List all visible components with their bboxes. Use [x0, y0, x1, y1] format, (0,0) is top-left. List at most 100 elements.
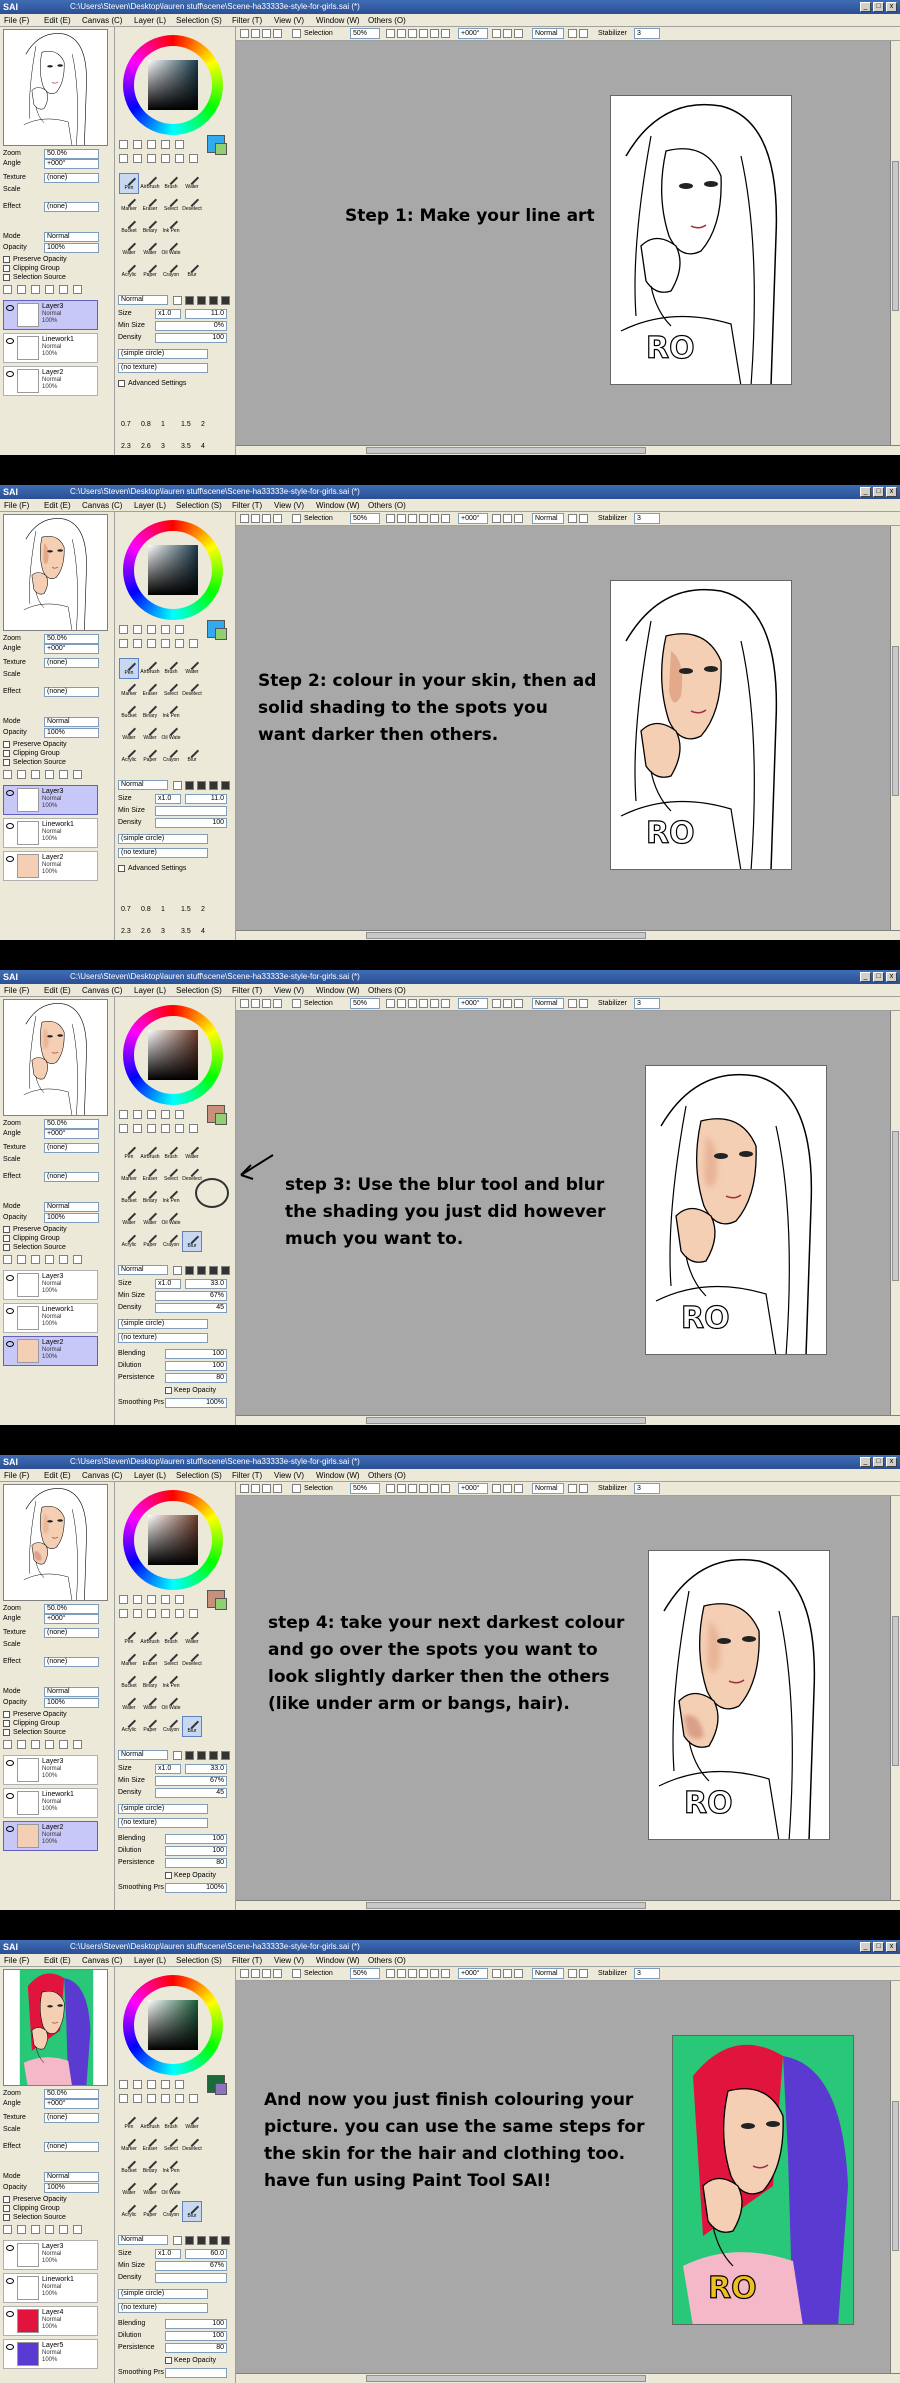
brush-size-preset[interactable]: 2.3 [121, 442, 131, 451]
zoom-button-4[interactable] [430, 514, 439, 523]
min-size-value[interactable]: 67% [155, 2261, 227, 2271]
tool-eraser[interactable]: Eraser [140, 677, 160, 701]
selection-source-checkbox[interactable] [3, 758, 10, 766]
clipping-group-checkbox[interactable] [3, 749, 10, 757]
preserve-opacity-checkbox[interactable] [3, 255, 10, 263]
artwork-canvas[interactable]: RO [645, 1065, 827, 1355]
brush-mode-select[interactable]: Normal [118, 1265, 168, 1275]
menu-item-8[interactable]: Others (O) [368, 500, 406, 511]
tool-water[interactable]: Water [119, 2176, 139, 2200]
zoom-button-2[interactable] [408, 1484, 417, 1493]
layer-action-2[interactable] [31, 1740, 40, 1749]
brush-shape-2[interactable] [197, 1266, 206, 1275]
tool-brush[interactable]: Brush [161, 655, 181, 679]
color-tool-3[interactable] [161, 625, 170, 634]
select-tool-4[interactable] [175, 1124, 184, 1133]
tool-crayon[interactable]: Crayon [161, 743, 181, 767]
rotate-button-1[interactable] [503, 1484, 512, 1493]
brush-shape-1[interactable] [185, 2236, 194, 2245]
menu-item-7[interactable]: Window (W) [316, 500, 360, 511]
layer-item[interactable]: Linework1 Normal 100% [3, 1303, 98, 1333]
menu-item-6[interactable]: View (V) [274, 1470, 304, 1481]
clipping-group-checkbox[interactable] [3, 264, 10, 272]
toolbar-button-1[interactable] [251, 999, 260, 1008]
menu-item-0[interactable]: File (F) [4, 15, 29, 26]
brush-shape-1[interactable] [185, 1266, 194, 1275]
horizontal-scroll-thumb[interactable] [366, 447, 646, 454]
rotate-button-1[interactable] [503, 514, 512, 523]
rotate-button-0[interactable] [492, 999, 501, 1008]
saturation-square[interactable] [148, 1515, 198, 1565]
color-tool-2[interactable] [147, 1595, 156, 1604]
angle-value[interactable]: +000° [44, 644, 99, 654]
tool-brush[interactable]: Brush [161, 1625, 181, 1649]
selection-source-checkbox[interactable] [3, 273, 10, 281]
select-tool-4[interactable] [175, 2094, 184, 2103]
visibility-eye-icon[interactable] [6, 2245, 14, 2251]
visibility-eye-icon[interactable] [6, 338, 14, 344]
layer-item[interactable]: Layer4 Normal 100% [3, 2306, 98, 2336]
layer-action-0[interactable] [3, 285, 12, 294]
menu-item-3[interactable]: Layer (L) [134, 985, 166, 996]
color-tool-4[interactable] [175, 625, 184, 634]
visibility-eye-icon[interactable] [6, 856, 14, 862]
flip-button-0[interactable] [568, 999, 577, 1008]
preserve-opacity-option[interactable]: Preserve Opacity [3, 740, 67, 749]
layer-action-3[interactable] [45, 2225, 54, 2234]
horizontal-scrollbar[interactable] [236, 445, 900, 455]
keep-opacity-checkbox[interactable] [165, 1871, 172, 1879]
tool-oil-wate[interactable]: Oil Wate [161, 236, 181, 260]
layer-action-4[interactable] [59, 770, 68, 779]
preserve-opacity-option[interactable]: Preserve Opacity [3, 1710, 67, 1719]
layer-action-4[interactable] [59, 1255, 68, 1264]
color-tool-2[interactable] [147, 625, 156, 634]
layer-action-3[interactable] [45, 1255, 54, 1264]
toolbar-button-2[interactable] [262, 1969, 271, 1978]
brush-shape-3[interactable] [209, 2236, 218, 2245]
vertical-scrollbar[interactable] [890, 526, 900, 930]
menu-item-4[interactable]: Selection (S) [176, 985, 222, 996]
tool-select[interactable]: Select [161, 1647, 181, 1671]
select-tool-5[interactable] [189, 639, 198, 648]
select-tool-1[interactable] [133, 1124, 142, 1133]
selection-checkbox[interactable] [292, 514, 301, 523]
menu-item-8[interactable]: Others (O) [368, 985, 406, 996]
brush-size-preset[interactable]: 2 [201, 905, 205, 914]
tool-pen[interactable]: Pen [119, 171, 139, 194]
brush-size-preset[interactable]: 0.8 [141, 905, 151, 914]
flip-button-1[interactable] [579, 1969, 588, 1978]
keep-opacity-checkbox[interactable] [165, 2356, 172, 2364]
horizontal-scroll-thumb[interactable] [366, 1902, 646, 1909]
vertical-scroll-thumb[interactable] [892, 2101, 899, 2251]
tool-deselect[interactable]: Deselect [182, 2132, 202, 2156]
horizontal-scrollbar[interactable] [236, 930, 900, 940]
texture-value[interactable]: (none) [44, 2113, 99, 2123]
density-value[interactable]: 100 [155, 333, 227, 343]
tool-select[interactable]: Select [161, 1162, 181, 1186]
tool-crayon[interactable]: Crayon [161, 1228, 181, 1252]
brush-shape-0[interactable] [173, 1266, 182, 1275]
menu-item-2[interactable]: Canvas (C) [82, 1470, 122, 1481]
blend-mode-select[interactable]: Normal [532, 28, 564, 39]
tool-ink-pen[interactable]: Ink Pen [161, 1669, 181, 1693]
min-size-value[interactable]: 67% [155, 1776, 227, 1786]
layer-item[interactable]: Layer3 Normal 100% [3, 1270, 98, 1300]
blending-value[interactable]: 100 [165, 1349, 227, 1359]
visibility-eye-icon[interactable] [6, 1826, 14, 1832]
menu-item-6[interactable]: View (V) [274, 500, 304, 511]
menu-item-8[interactable]: Others (O) [368, 15, 406, 26]
tool-select[interactable]: Select [161, 677, 181, 701]
tool-eraser[interactable]: Eraser [140, 1647, 160, 1671]
toolbar-button-3[interactable] [273, 514, 282, 523]
color-tool-3[interactable] [161, 2080, 170, 2089]
tool-brush[interactable]: Brush [161, 1140, 181, 1164]
close-button[interactable]: x [886, 487, 897, 497]
keep-opacity-checkbox[interactable] [165, 1386, 172, 1394]
zoom-button-0[interactable] [386, 1969, 395, 1978]
tool-empty-15[interactable] [182, 239, 202, 260]
visibility-eye-icon[interactable] [6, 2344, 14, 2350]
color-wheel[interactable] [123, 1975, 223, 2075]
toolbar-button-3[interactable] [273, 1969, 282, 1978]
tool-water[interactable]: Water [119, 1206, 139, 1230]
layer-item[interactable]: Layer3 Normal 100% [3, 1755, 98, 1785]
